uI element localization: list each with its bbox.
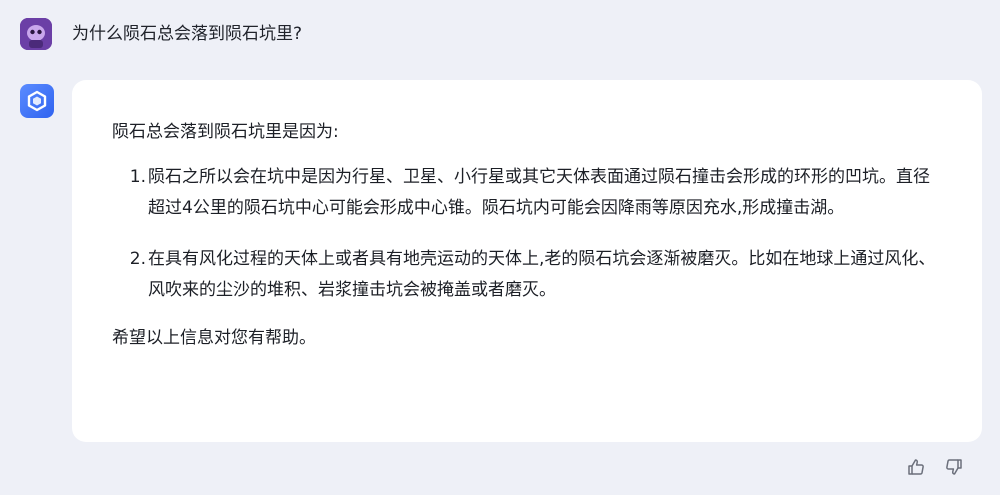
list-item: 2. 在具有风化过程的天体上或者具有地壳运动的天体上,老的陨石坑会逐渐被磨灭。比… — [112, 244, 942, 306]
list-item-text: 在具有风化过程的天体上或者具有地壳运动的天体上,老的陨石坑会逐渐被磨灭。比如在地… — [148, 249, 936, 300]
answer-card: 陨石总会落到陨石坑里是因为: 1. 陨石之所以会在坑中是因为行星、卫星、小行星或… — [72, 80, 982, 442]
avatar-icon — [20, 18, 52, 50]
bot-logo-icon — [27, 90, 47, 112]
list-item-number: 1. — [129, 167, 146, 187]
answer-intro: 陨石总会落到陨石坑里是因为: — [112, 122, 339, 142]
like-button[interactable] — [904, 455, 928, 479]
list-item: 1. 陨石之所以会在坑中是因为行星、卫星、小行星或其它天体表面通过陨石撞击会形成… — [112, 162, 942, 224]
thumbs-down-icon — [946, 459, 962, 475]
list-item-text: 陨石之所以会在坑中是因为行星、卫星、小行星或其它天体表面通过陨石撞击会形成的环形… — [148, 167, 930, 218]
thumbs-up-icon — [908, 459, 924, 475]
dislike-button[interactable] — [942, 455, 966, 479]
answer-closing: 希望以上信息对您有帮助。 — [112, 328, 316, 348]
answer-list: 1. 陨石之所以会在坑中是因为行星、卫星、小行星或其它天体表面通过陨石撞击会形成… — [112, 162, 942, 306]
user-avatar — [20, 18, 52, 50]
user-question: 为什么陨石总会落到陨石坑里? — [72, 24, 303, 44]
bot-avatar — [20, 84, 54, 118]
list-item-number: 2. — [129, 249, 146, 269]
feedback-bar — [904, 455, 966, 479]
